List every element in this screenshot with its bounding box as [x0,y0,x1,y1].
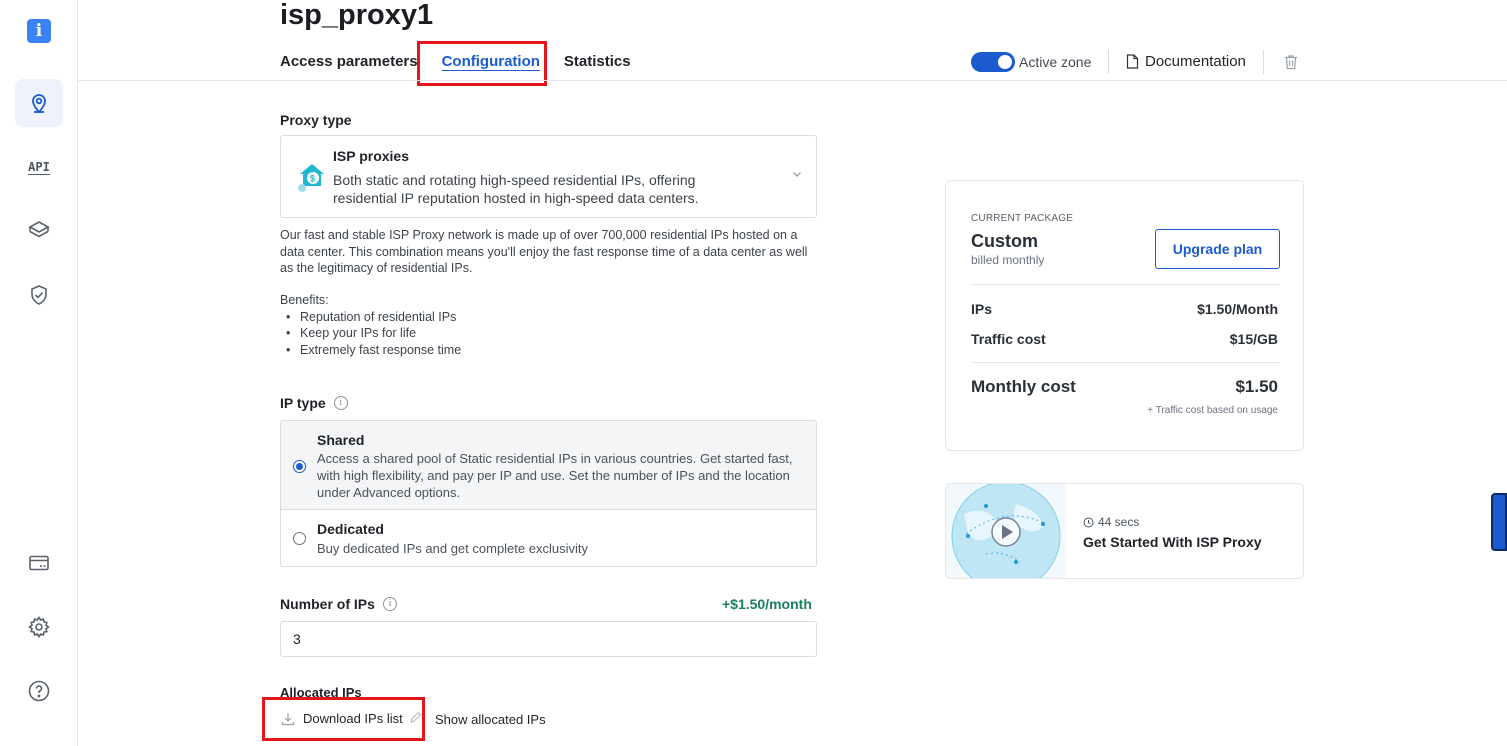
isp-proxy-icon: $ [298,164,324,192]
ips-cost-value: $1.50/Month [1197,301,1278,317]
header-separator [1108,50,1109,74]
ip-type-radio-group: Shared Access a shared pool of Static re… [280,420,817,567]
tab-statistics[interactable]: Statistics [564,52,631,80]
number-of-ips-label-text: Number of IPs [280,596,375,612]
upgrade-plan-button[interactable]: Upgrade plan [1155,229,1280,269]
package-caption: CURRENT PACKAGE [971,213,1074,224]
billing-card-icon [29,555,49,571]
benefit-item: Keep your IPs for life [280,325,461,342]
ip-type-label: IP type i [280,395,348,411]
video-thumbnail [946,484,1066,578]
ip-type-shared-title: Shared [317,432,365,448]
proxy-type-selected-title: ISP proxies [333,148,410,164]
package-billing: billed monthly [971,253,1045,267]
sidebar-item-help[interactable] [15,667,63,715]
active-zone-label: Active zone [1019,54,1092,70]
ip-type-dedicated-title: Dedicated [317,521,384,537]
proxy-type-select[interactable]: $ ISP proxies Both static and rotating h… [280,135,817,218]
info-logo-icon[interactable]: i [27,19,51,43]
documentation-link[interactable]: Documentation [1126,53,1246,70]
info-icon[interactable]: i [333,396,348,410]
get-started-video-card[interactable]: 44 secs Get Started With ISP Proxy [945,483,1304,579]
monthly-cost-value: $1.50 [1235,377,1278,396]
sidebar-item-api[interactable]: API [15,143,63,191]
highlight-box-download [262,697,425,741]
ip-type-option-dedicated[interactable]: Dedicated Buy dedicated IPs and get comp… [281,510,816,566]
sidebar-item-layers[interactable] [15,207,63,255]
traffic-cost-note: + Traffic cost based on usage [1147,405,1278,416]
header-divider [78,80,1507,81]
document-icon [1126,54,1139,69]
ip-type-shared-desc: Access a shared pool of Static residenti… [317,451,793,500]
benefits-heading: Benefits: [280,293,329,307]
ip-type-dedicated-desc: Buy dedicated IPs and get complete exclu… [317,541,588,556]
benefits-section: Benefits: Reputation of residential IPs … [280,292,461,358]
benefit-item: Reputation of residential IPs [280,309,461,326]
api-icon: API [28,160,50,174]
info-icon[interactable]: i [382,597,397,611]
gear-icon [28,616,50,638]
traffic-cost-value: $15/GB [1229,331,1278,347]
sidebar-item-billing[interactable] [15,539,63,587]
video-duration-text: 44 secs [1098,515,1140,529]
ip-type-option-shared[interactable]: Shared Access a shared pool of Static re… [281,421,816,510]
shield-check-icon [31,285,47,305]
monthly-cost-label: Monthly cost [971,377,1076,396]
trash-icon[interactable] [1284,54,1298,70]
accessibility-widget-tab[interactable] [1491,493,1507,551]
number-of-ips-input[interactable]: 3 [280,621,817,657]
video-duration: 44 secs [1083,515,1139,529]
traffic-cost-label: Traffic cost [971,331,1046,347]
current-package-card: CURRENT PACKAGE Custom billed monthly Up… [945,180,1304,451]
proxy-type-description: Our fast and stable ISP Proxy network is… [280,228,808,275]
number-of-ips-label: Number of IPs i [280,596,397,612]
sidebar-item-settings[interactable] [15,603,63,651]
card-divider [971,284,1280,285]
sidebar-item-security[interactable] [15,271,63,319]
video-title: Get Started With ISP Proxy [1083,534,1262,550]
benefits-list: Reputation of residential IPs Keep your … [280,309,461,359]
page-title: isp_proxy1 [280,0,434,31]
chevron-down-icon [793,172,801,177]
radio-button-shared[interactable] [293,460,306,473]
show-allocated-ips-link[interactable]: Show allocated IPs [435,712,546,727]
header-separator-2 [1263,50,1264,74]
benefit-item: Extremely fast response time [280,342,461,359]
sidebar: i API [0,0,78,746]
globe-play-icon [951,484,1061,578]
svg-text:$: $ [310,174,315,184]
tab-access-parameters[interactable]: Access parameters [280,52,418,80]
radio-button-dedicated[interactable] [293,532,306,545]
proxy-type-label-text: Proxy type [280,112,352,128]
price-add-label: +$1.50/month [722,596,812,612]
location-pin-icon [32,94,46,114]
ip-type-label-text: IP type [280,395,326,411]
sidebar-item-zones[interactable] [15,79,63,127]
help-icon [28,680,50,702]
proxy-type-label: Proxy type [280,112,352,128]
active-zone-toggle[interactable] [971,52,1015,72]
package-name: Custom [971,231,1038,251]
documentation-label: Documentation [1145,53,1246,70]
layers-icon [28,221,50,238]
card-divider [971,362,1280,363]
proxy-type-selected-desc: Both static and rotating high-speed resi… [333,172,699,206]
ips-cost-label: IPs [971,301,993,317]
clock-icon [1083,517,1094,527]
